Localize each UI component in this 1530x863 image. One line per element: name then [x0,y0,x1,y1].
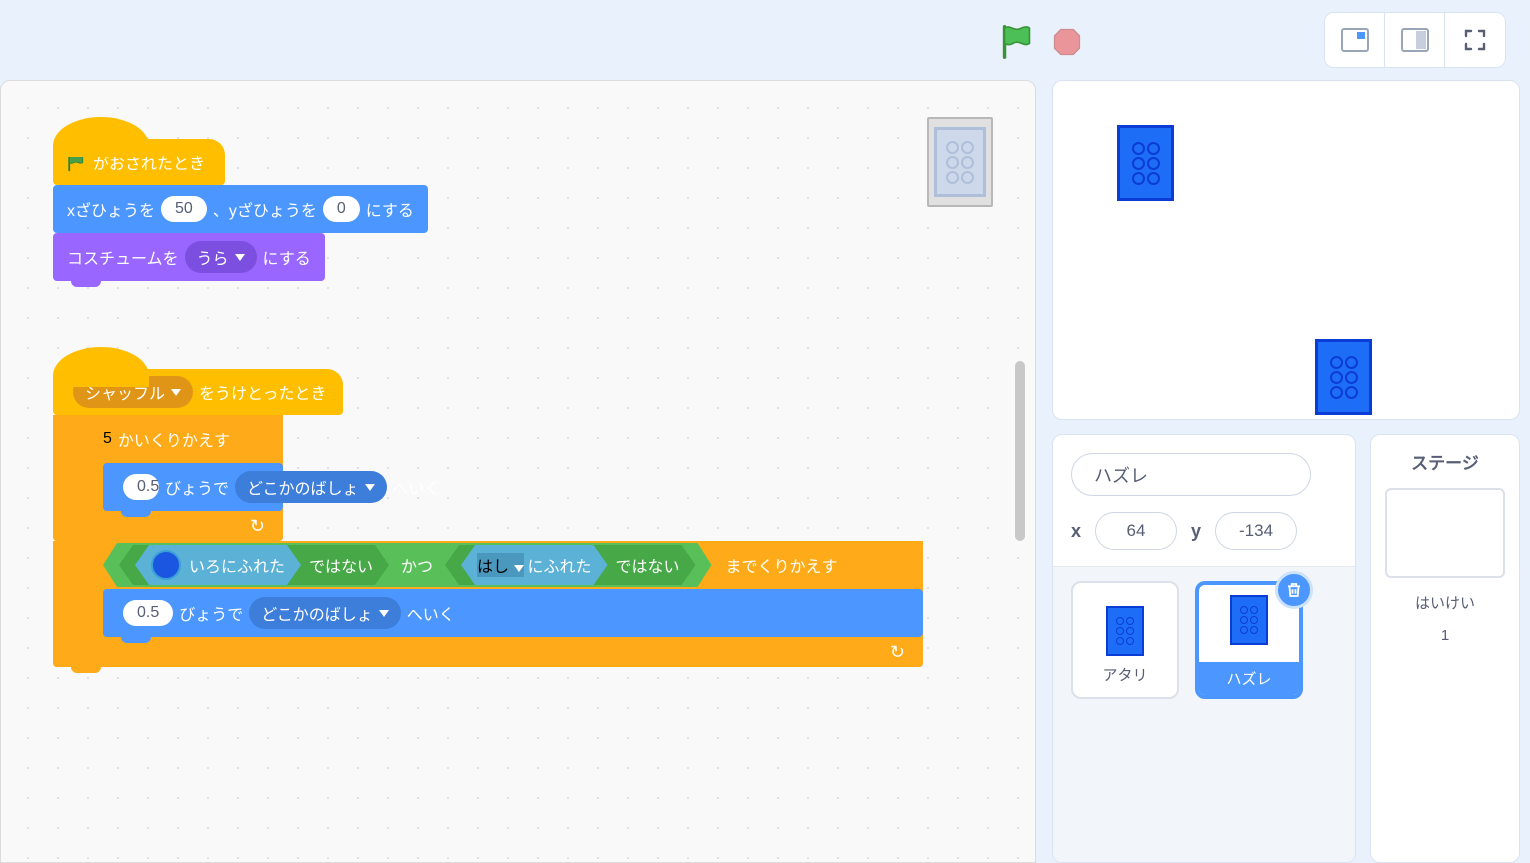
lower-panels: x y アタリ ハズレ [1052,434,1520,863]
message-dropdown[interactable]: シャッフル [73,376,193,408]
sprite-preview-corner [927,117,993,207]
green-flag-icon[interactable] [1000,24,1034,60]
text: までくりかえす [726,553,838,577]
sensing-touching-edge[interactable]: はし にふれた [461,545,607,585]
operator-not-2[interactable]: はし にふれた ではない [445,545,696,585]
text: をうけとったとき [199,380,327,404]
chevron-down-icon [365,484,375,491]
block-glide-random-2[interactable]: 0.5 びょうで どこかのばしょ へいく [103,589,923,637]
view-large-stage[interactable] [1385,13,1445,67]
costume-dropdown[interactable]: うら [185,241,257,273]
stop-icon[interactable] [1052,27,1082,57]
text: コスチュームを [67,245,179,269]
color-swatch[interactable] [151,550,181,580]
stage-panel: ステージ はいけい 1 [1370,434,1520,863]
text: にする [366,197,414,221]
text: かいくりかえす [118,427,230,451]
dropdown-label: どこかのばしょ [247,475,359,499]
input-glide-sec[interactable]: 0.5 [123,474,159,500]
sprite-tile-hazure[interactable]: ハズレ [1195,581,1303,699]
sprite-tile-label: アタリ [1102,664,1147,685]
text: へいく [393,475,441,499]
view-mode-controls [1324,12,1506,68]
text: へいく [407,601,455,625]
right-panel: x y アタリ ハズレ [1052,80,1530,863]
operator-and[interactable]: いろにふれた ではない かつ はし [103,543,712,587]
block-when-receive[interactable]: シャッフル をうけとったとき [53,369,343,415]
run-controls [1000,24,1082,60]
text: かつ [401,553,433,577]
text: xざひょうを [67,197,155,221]
dropdown-label: どこかのばしょ [261,601,373,625]
x-label: x [1071,521,1081,542]
text: ではない [309,553,373,577]
stage-view[interactable] [1052,80,1520,420]
block-repeat-n[interactable]: 5 かいくりかえす 0.5 びょうで どこかのばしょ へいく [53,415,283,541]
text: びょうで [179,601,243,625]
loop-arrow-icon: ↻ [890,642,905,663]
input-repeat-count[interactable]: 5 [103,430,112,448]
view-fullscreen[interactable] [1445,13,1505,67]
sprite-tile-label: ハズレ [1199,662,1299,695]
stage-thumbnail[interactable] [1385,488,1505,578]
script-area[interactable]: がおされたとき xざひょうを 50 、yざひょうを 0 にする コスチュームを … [0,80,1036,863]
block-switch-costume[interactable]: コスチュームを うら にする [53,233,325,281]
delete-sprite-button[interactable] [1275,571,1313,609]
stage-header: ステージ [1411,449,1479,474]
backdrop-count: 1 [1441,627,1449,644]
y-label: y [1191,521,1201,542]
x-input[interactable] [1095,512,1177,550]
input-y[interactable]: 0 [323,196,360,222]
stage-sprite-2[interactable] [1315,339,1372,415]
text: にふれた [528,553,592,577]
chevron-down-icon [514,565,524,572]
chevron-down-icon [171,389,181,396]
operator-not-1[interactable]: いろにふれた ではない [119,545,389,585]
block-when-flag-clicked[interactable]: がおされたとき [53,139,225,185]
sensing-touching-color[interactable]: いろにふれた [135,545,301,585]
sprite-tile-atari[interactable]: アタリ [1071,581,1179,699]
glide-dest-dropdown-2[interactable]: どこかのばしょ [249,597,401,629]
dropdown-label: はし [477,559,509,576]
main-layout: がおされたとき xざひょうを 50 、yざひょうを 0 にする コスチュームを … [0,80,1530,863]
text: ではない [616,553,680,577]
loop-arrow-icon: ↻ [250,516,265,537]
text: びょうで [165,475,229,499]
view-small-stage[interactable] [1325,13,1385,67]
glide-dest-dropdown[interactable]: どこかのばしょ [235,471,387,503]
scrollbar[interactable] [1015,361,1025,541]
block-label: がおされたとき [93,150,205,174]
stage-sprite-1[interactable] [1117,125,1174,201]
block-glide-random[interactable]: 0.5 びょうで どこかのばしょ へいく [103,463,283,511]
dropdown-label: シャッフル [85,380,165,404]
chevron-down-icon [379,610,389,617]
blocks-layer: がおされたとき xざひょうを 50 、yざひょうを 0 にする コスチュームを … [53,139,923,667]
block-repeat-until[interactable]: いろにふれた ではない かつ はし [53,541,923,667]
block-goto-xy[interactable]: xざひょうを 50 、yざひょうを 0 にする [53,185,428,233]
touching-dropdown[interactable]: はし [477,553,523,577]
text: いろにふれた [189,553,285,577]
input-x[interactable]: 50 [161,196,207,222]
dropdown-label: うら [197,245,229,269]
y-input[interactable] [1215,512,1297,550]
top-bar [0,0,1530,80]
text: にする [263,245,311,269]
chevron-down-icon [235,254,245,261]
input-glide-sec-2[interactable]: 0.5 [123,600,173,626]
xy-row: x y [1071,512,1337,550]
sprite-list: アタリ ハズレ [1053,566,1355,862]
text: 、yざひょうを [213,197,317,221]
sprite-name-input[interactable] [1071,453,1311,496]
backdrop-label: はいけい [1415,592,1475,613]
sprite-info-panel: x y アタリ ハズレ [1052,434,1356,863]
